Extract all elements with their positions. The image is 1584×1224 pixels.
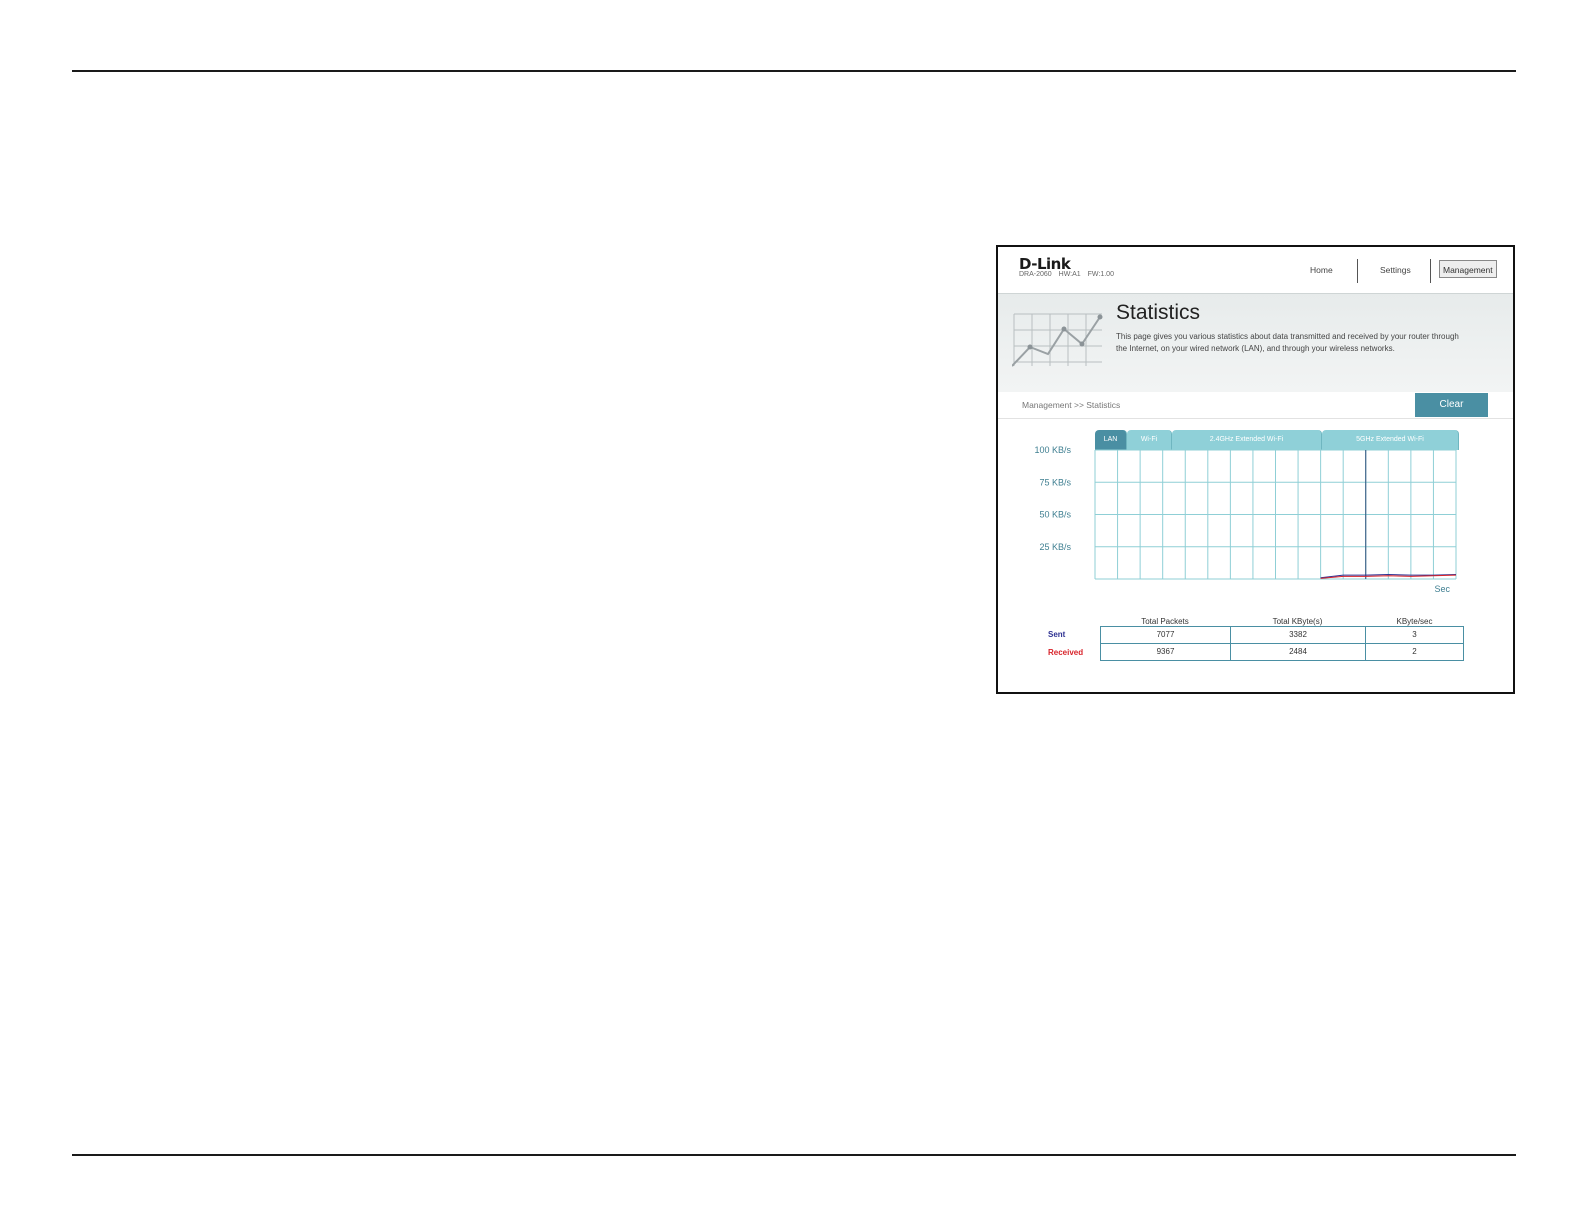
x-axis-label: Sec — [1434, 584, 1450, 594]
top-rule — [72, 70, 1516, 72]
y-tick-label: 50 KB/s — [1039, 510, 1071, 520]
throughput-chart: 100 KB/s 75 KB/s 50 KB/s 25 KB/s Sec — [1034, 445, 1457, 594]
bottom-rule — [72, 1154, 1516, 1156]
received-total-kbytes: 2484 — [1230, 643, 1366, 661]
received-kbyte-sec: 2 — [1365, 643, 1464, 661]
received-total-packets: 9367 — [1100, 643, 1231, 661]
y-tick-label: 100 KB/s — [1034, 445, 1071, 455]
col-total-kbytes: Total KByte(s) — [1272, 617, 1323, 626]
y-tick-label: 75 KB/s — [1039, 477, 1071, 487]
row-label-received: Received — [1048, 648, 1084, 657]
statistics-screenshot: D-Link DRA-2060 HW:A1 FW:1.00 Home Setti… — [996, 245, 1515, 694]
col-total-packets: Total Packets — [1141, 617, 1189, 626]
sent-total-kbytes: 3382 — [1230, 626, 1366, 644]
sent-total-packets: 7077 — [1100, 626, 1231, 644]
y-tick-label: 25 KB/s — [1039, 542, 1071, 552]
row-label-sent: Sent — [1048, 630, 1066, 639]
col-kbyte-sec: KByte/sec — [1396, 617, 1433, 626]
sent-kbyte-sec: 3 — [1365, 626, 1464, 644]
